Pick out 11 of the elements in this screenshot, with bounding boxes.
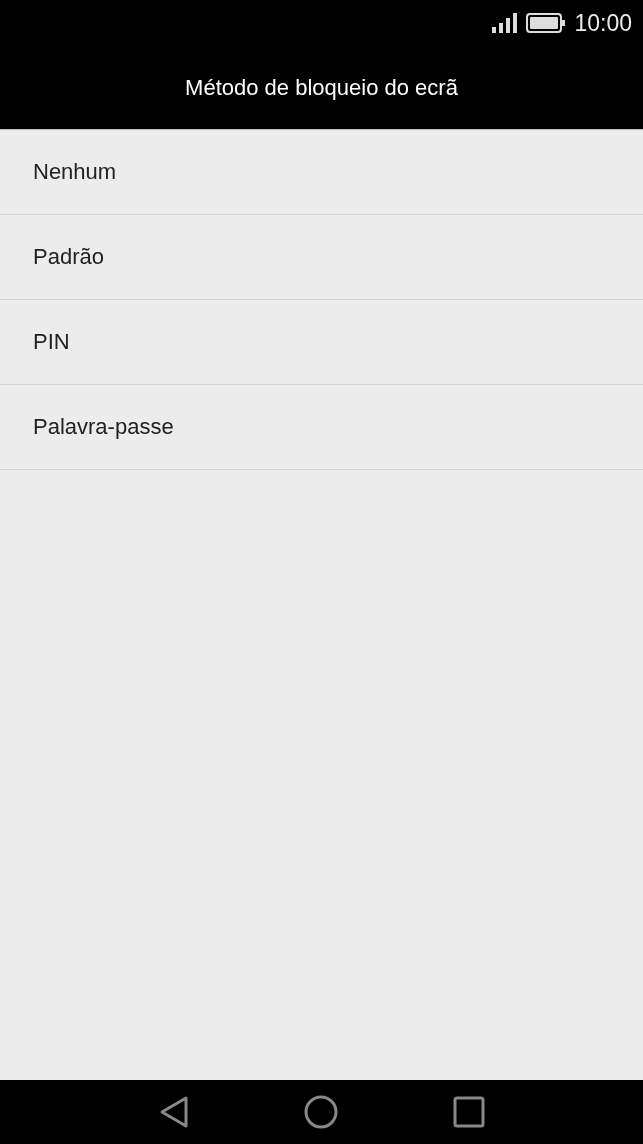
option-item[interactable]: PIN bbox=[0, 300, 643, 385]
recents-icon[interactable] bbox=[452, 1096, 485, 1128]
screen-title: Método de bloqueio do ecrã bbox=[185, 74, 458, 101]
option-item[interactable]: Nenhum bbox=[0, 130, 643, 215]
battery-icon bbox=[526, 13, 567, 33]
home-icon[interactable] bbox=[303, 1095, 338, 1129]
status-time: 10:00 bbox=[574, 9, 632, 37]
signal-icon bbox=[492, 13, 519, 33]
option-item[interactable]: Palavra-passe bbox=[0, 385, 643, 470]
option-item[interactable]: Padrão bbox=[0, 215, 643, 300]
back-icon[interactable] bbox=[158, 1095, 189, 1129]
